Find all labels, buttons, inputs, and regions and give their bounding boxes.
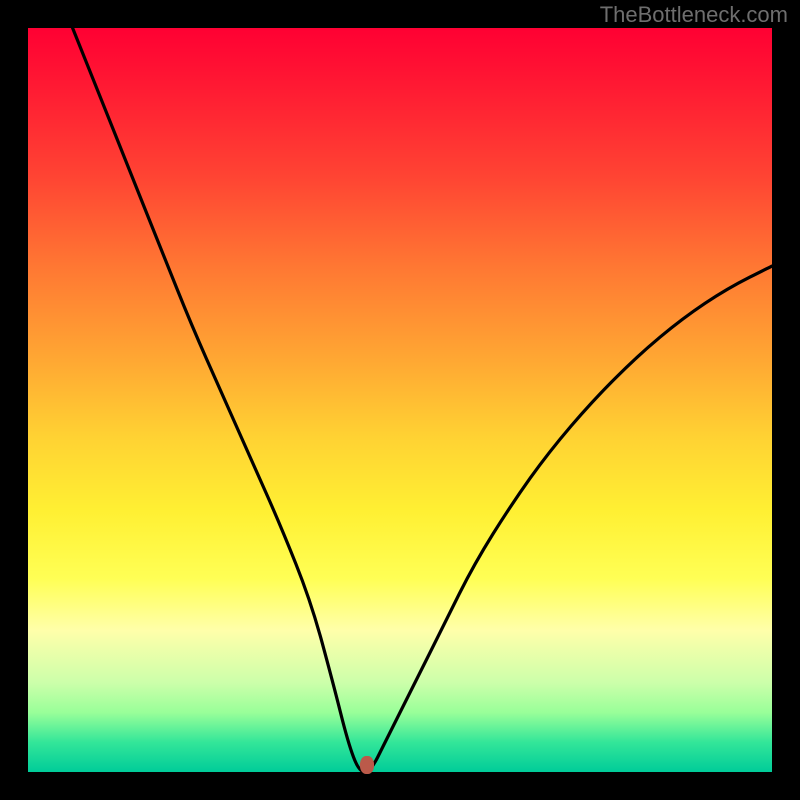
bottleneck-curve (28, 28, 772, 772)
plot-area (28, 28, 772, 772)
optimal-point-marker (360, 756, 374, 774)
chart-frame: TheBottleneck.com (0, 0, 800, 800)
watermark-text: TheBottleneck.com (600, 2, 788, 28)
